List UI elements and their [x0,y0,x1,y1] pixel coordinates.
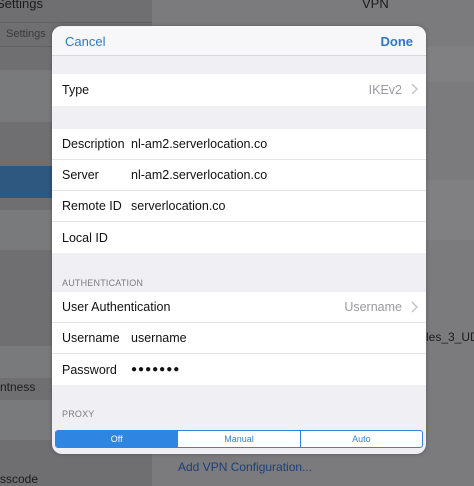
local-id-label: Local ID [62,230,108,245]
background-vpn-title: VPN [362,0,389,11]
background-selected-row [0,166,52,198]
password-row[interactable]: Password ●●●●●●● [52,354,426,385]
user-authentication-value: Username [344,300,402,314]
authentication-group: User Authentication Username Username us… [52,292,426,385]
proxy-option-auto[interactable]: Auto [301,431,422,447]
vpn-config-sheet: Cancel Done Type IKEv2 Description nl-am… [52,26,426,454]
sheet-navbar: Cancel Done [52,26,426,56]
type-group: Type IKEv2 [52,74,426,106]
description-field[interactable]: nl-am2.serverlocation.co [131,137,267,151]
type-label: Type [62,83,90,97]
done-button[interactable]: Done [381,34,414,49]
description-label: Description [62,137,125,151]
password-label: Password [62,362,117,377]
authentication-header: AUTHENTICATION [62,278,144,288]
chevron-right-icon [411,83,418,95]
remote-id-field[interactable]: serverlocation.co [131,199,226,213]
server-field[interactable]: nl-am2.serverlocation.co [131,168,267,182]
background-label-passcode: sscode [0,472,39,486]
background-label-brightness: ntness [0,380,36,394]
type-value: IKEv2 [368,83,402,97]
proxy-option-off[interactable]: Off [56,431,179,447]
background-back-label: Settings [6,28,46,40]
user-authentication-row[interactable]: User Authentication Username [52,292,426,323]
add-vpn-configuration-link[interactable]: Add VPN Configuration... [178,460,312,474]
proxy-segmented-control: Off Manual Auto [55,430,423,448]
cancel-button[interactable]: Cancel [65,34,105,49]
description-row[interactable]: Description nl-am2.serverlocation.co [52,129,426,160]
local-id-row[interactable]: Local ID [52,222,426,253]
server-label: Server [62,168,99,182]
chevron-right-icon [411,301,418,313]
username-field[interactable]: username [131,331,187,345]
background-vpn-item: les_3_UD [426,330,474,344]
password-field[interactable]: ●●●●●●● [131,364,180,375]
proxy-option-manual[interactable]: Manual [178,431,301,447]
username-row[interactable]: Username username [52,323,426,354]
server-row[interactable]: Server nl-am2.serverlocation.co [52,160,426,191]
remote-id-row[interactable]: Remote ID serverlocation.co [52,191,426,222]
remote-id-label: Remote ID [62,199,122,213]
user-authentication-label: User Authentication [62,300,171,314]
background-sidebar-title: Settings [0,0,43,11]
server-fields-group: Description nl-am2.serverlocation.co Ser… [52,129,426,253]
username-label: Username [62,331,120,345]
proxy-header: PROXY [62,409,95,419]
type-row[interactable]: Type IKEv2 [52,74,426,106]
